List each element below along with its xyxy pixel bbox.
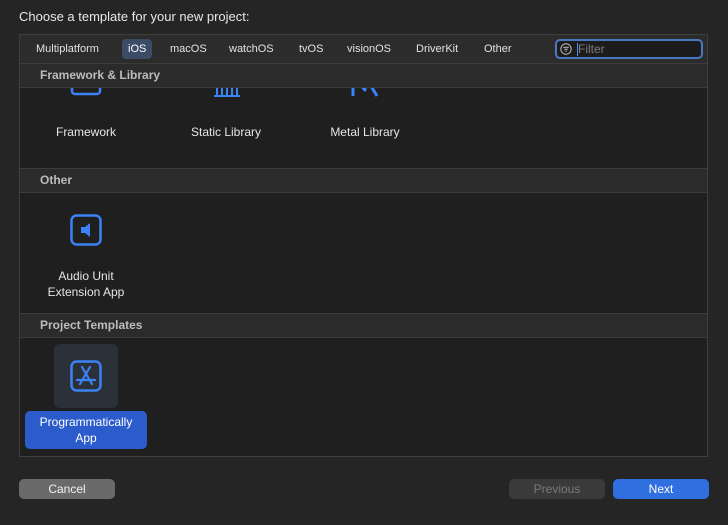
section-header-project-templates: Project Templates [20, 313, 707, 338]
template-metal-library[interactable]: Metal Library [303, 88, 427, 167]
template-label: Static Library [190, 125, 262, 139]
template-label: Programmatically App [25, 411, 147, 449]
tab-tvos[interactable]: tvOS [293, 39, 329, 59]
template-label-line: Extension App [47, 285, 125, 299]
template-audio-unit-extension-app[interactable]: Audio Unit Extension App [24, 201, 148, 301]
section-title: Other [40, 173, 73, 187]
audio-unit-icon [70, 214, 102, 246]
template-static-library[interactable]: Static Library [164, 88, 288, 167]
template-label-line: Audio Unit [58, 269, 114, 283]
tab-other[interactable]: Other [478, 39, 518, 59]
section-title: Project Templates [40, 318, 143, 332]
template-label-line: Programmatically [39, 415, 133, 429]
tab-watchos[interactable]: watchOS [223, 39, 280, 59]
next-button[interactable]: Next [613, 479, 709, 499]
filter-icon [560, 43, 572, 55]
tab-multiplatform[interactable]: Multiplatform [30, 39, 105, 59]
filter-input[interactable] [578, 41, 696, 57]
tab-visionos[interactable]: visionOS [341, 39, 397, 59]
template-panel: Multiplatform iOS macOS watchOS tvOS vis… [19, 34, 708, 457]
framework-icon [70, 88, 102, 96]
previous-button[interactable]: Previous [509, 479, 605, 499]
template-programmatically-app[interactable]: Programmatically App [24, 344, 148, 449]
dialog-title: Choose a template for your new project: [19, 9, 250, 24]
section-header-other: Other [20, 168, 707, 193]
tab-driverkit[interactable]: DriverKit [410, 39, 464, 59]
template-label: Framework [55, 125, 116, 139]
template-label: Audio Unit Extension App [24, 268, 148, 300]
tab-ios[interactable]: iOS [122, 39, 153, 59]
tab-macos[interactable]: macOS [164, 39, 213, 59]
platform-tab-bar: Multiplatform iOS macOS watchOS tvOS vis… [20, 35, 707, 64]
cancel-button[interactable]: Cancel [19, 479, 115, 499]
framework-library-row: Framework Static Library Metal Library [20, 88, 707, 167]
section-header-framework-library: Framework & Library [20, 63, 707, 88]
filter-field[interactable] [555, 39, 703, 59]
template-framework[interactable]: Framework [24, 88, 148, 167]
app-store-icon [70, 360, 102, 392]
metal-library-icon [351, 88, 379, 97]
static-library-icon [214, 88, 240, 97]
template-label: Metal Library [330, 125, 400, 139]
template-label-line: App [75, 431, 97, 445]
section-title: Framework & Library [40, 68, 161, 82]
